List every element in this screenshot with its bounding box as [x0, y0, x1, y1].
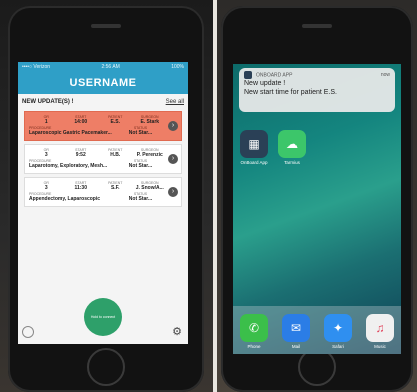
- app-label: Mail: [291, 344, 301, 349]
- onboard-app-icon: [244, 71, 252, 79]
- speaker: [91, 24, 121, 28]
- card-value: 3: [44, 152, 48, 158]
- chevron-right-icon[interactable]: ›: [168, 154, 178, 164]
- dock: ✆ Phone ✉ Mail ✦ Safari ♫ Music: [233, 306, 401, 354]
- speaker: [302, 24, 332, 28]
- battery: 100%: [171, 64, 184, 70]
- mail-app[interactable]: ✉ Mail: [281, 314, 311, 349]
- card-value: J. Snow/A...: [135, 185, 164, 191]
- status-bar: ••••○ Verizon 2:56 AM 100%: [18, 62, 188, 72]
- surgery-card[interactable]: OR 3 START 11:30 PATIENT S.F. SURGEON J. Sno…: [24, 177, 182, 207]
- app-title: USERNAME: [18, 72, 188, 94]
- chevron-right-icon[interactable]: ›: [168, 187, 178, 197]
- chat-icon: ☁: [278, 130, 306, 158]
- notification-title: New update !: [244, 80, 286, 87]
- see-all-link[interactable]: See all: [166, 99, 184, 105]
- compass-icon: ✦: [324, 314, 352, 342]
- settings-gear-icon[interactable]: ⚙: [172, 325, 182, 338]
- notification-app-name: ONBOARD APP: [256, 72, 293, 79]
- card-value: Not Star...: [128, 196, 153, 202]
- notification-time: now: [380, 72, 390, 78]
- chevron-right-icon[interactable]: ›: [168, 121, 178, 131]
- right-phone: ONBOARD APP now New update ! New start t…: [221, 6, 413, 392]
- app-label: Safari: [332, 344, 344, 349]
- card-value: 14:00: [74, 119, 88, 125]
- notification-banner[interactable]: ONBOARD APP now New update ! New start t…: [239, 68, 395, 112]
- phone-icon: ✆: [240, 314, 268, 342]
- card-value: Appendectomy, Laparoscopic: [29, 196, 101, 202]
- phone-app[interactable]: ✆ Phone: [239, 314, 269, 349]
- card-value: 3: [44, 185, 48, 191]
- card-value: 9:52: [75, 152, 86, 158]
- card-value: P. Perenzic: [136, 152, 163, 158]
- app-label: Tarmius: [284, 160, 300, 165]
- card-value: Laparoscopic Gastric Pacemaker...: [29, 130, 112, 136]
- surgery-card[interactable]: OR 1 START 14:00 PATIENT E.S. SURGEON E. Sta…: [24, 111, 182, 141]
- onboard-app-shortcut[interactable]: ▦ OnBoard App: [239, 130, 269, 165]
- music-app[interactable]: ♫ Music: [365, 314, 395, 349]
- app-label: Music: [374, 344, 386, 349]
- fab-label: Hold to connect: [90, 315, 116, 319]
- home-screen: ONBOARD APP now New update ! New start t…: [233, 64, 401, 354]
- card-value: S.F.: [110, 185, 120, 191]
- tarmius-app-shortcut[interactable]: ☁ Tarmius: [277, 130, 307, 165]
- card-value: Not Star...: [128, 163, 153, 169]
- mail-icon: ✉: [282, 314, 310, 342]
- tower-icon: ▦: [240, 130, 268, 158]
- card-value: E. Stark: [140, 119, 160, 125]
- safari-app[interactable]: ✦ Safari: [323, 314, 353, 349]
- home-button[interactable]: [87, 348, 125, 386]
- card-value: 1: [44, 119, 48, 125]
- app-label: OnBoard App: [240, 160, 268, 165]
- card-value: Laparotomy, Exploratory, Mesh...: [29, 163, 108, 169]
- hold-to-connect-button[interactable]: Hold to connect: [84, 298, 122, 336]
- notification-body: New start time for patient E.S.: [244, 89, 337, 96]
- updates-label: NEW UPDATE(S) !: [22, 99, 74, 105]
- surgery-card[interactable]: OR 3 START 9:52 PATIENT H.B. SURGEON P. Pere…: [24, 144, 182, 174]
- card-value: H.B.: [110, 152, 121, 158]
- updates-header: NEW UPDATE(S) ! See all: [18, 94, 188, 108]
- app-label: Phone: [247, 344, 261, 349]
- music-icon: ♫: [366, 314, 394, 342]
- app-screen: ••••○ Verizon 2:56 AM 100% USERNAME NEW …: [18, 62, 188, 344]
- clock: 2:56 AM: [101, 64, 120, 70]
- card-value: Not Star...: [128, 130, 153, 136]
- card-value: E.S.: [110, 119, 120, 125]
- carrier: ••••○ Verizon: [22, 64, 51, 70]
- refresh-icon[interactable]: [22, 326, 34, 338]
- card-value: 11:30: [74, 185, 87, 191]
